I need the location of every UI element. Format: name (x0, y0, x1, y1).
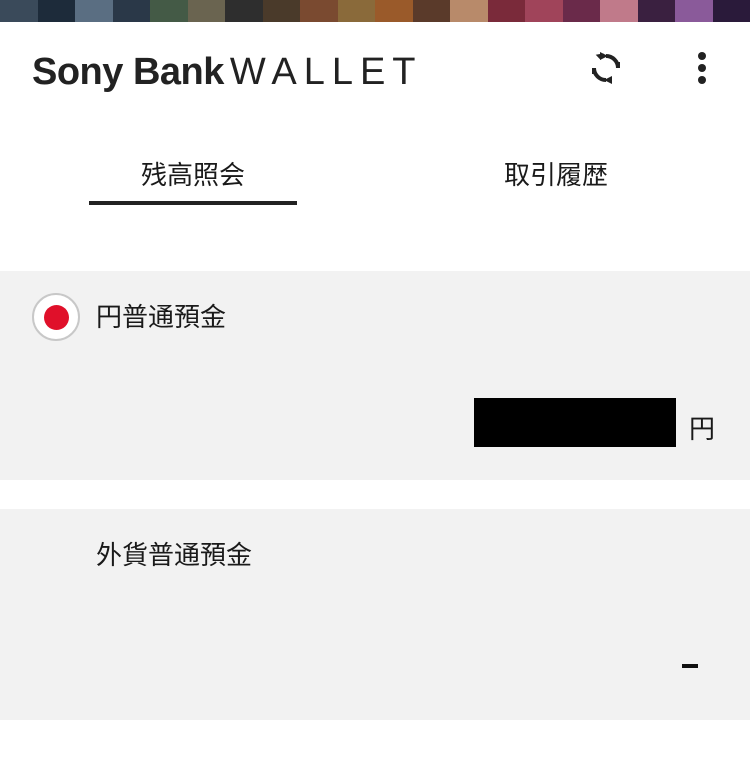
brand-logo-bold: Sony Bank (32, 51, 224, 93)
refresh-button[interactable] (582, 44, 630, 92)
refresh-icon (592, 52, 620, 84)
currency-unit-label: 円 (689, 415, 716, 445)
japan-flag-icon (32, 293, 80, 341)
brand-logo-light: WALLET (229, 51, 423, 93)
brand-logo: Sony Bank WALLET (32, 48, 423, 95)
foreign-balance-placeholder (682, 664, 698, 668)
app-header: Sony Bank WALLET (0, 22, 750, 122)
active-tab-indicator (89, 201, 297, 205)
yen-account-name: 円普通預金 (96, 303, 227, 333)
tab-transaction-history[interactable]: 取引履歴 (452, 140, 660, 206)
decorative-header-strip (0, 0, 750, 22)
more-options-button[interactable] (678, 44, 726, 92)
flag-circle (43, 304, 69, 330)
tab-bar: 残高照会 取引履歴 (0, 140, 750, 210)
foreign-currency-savings-card[interactable]: 外貨普通預金 (0, 509, 750, 720)
yen-savings-card[interactable]: 円普通預金 円 (0, 271, 750, 480)
tab-balance-inquiry[interactable]: 残高照会 (89, 140, 297, 206)
foreign-account-name: 外貨普通預金 (96, 541, 253, 571)
masked-balance (474, 398, 676, 447)
more-vertical-icon (698, 52, 706, 84)
